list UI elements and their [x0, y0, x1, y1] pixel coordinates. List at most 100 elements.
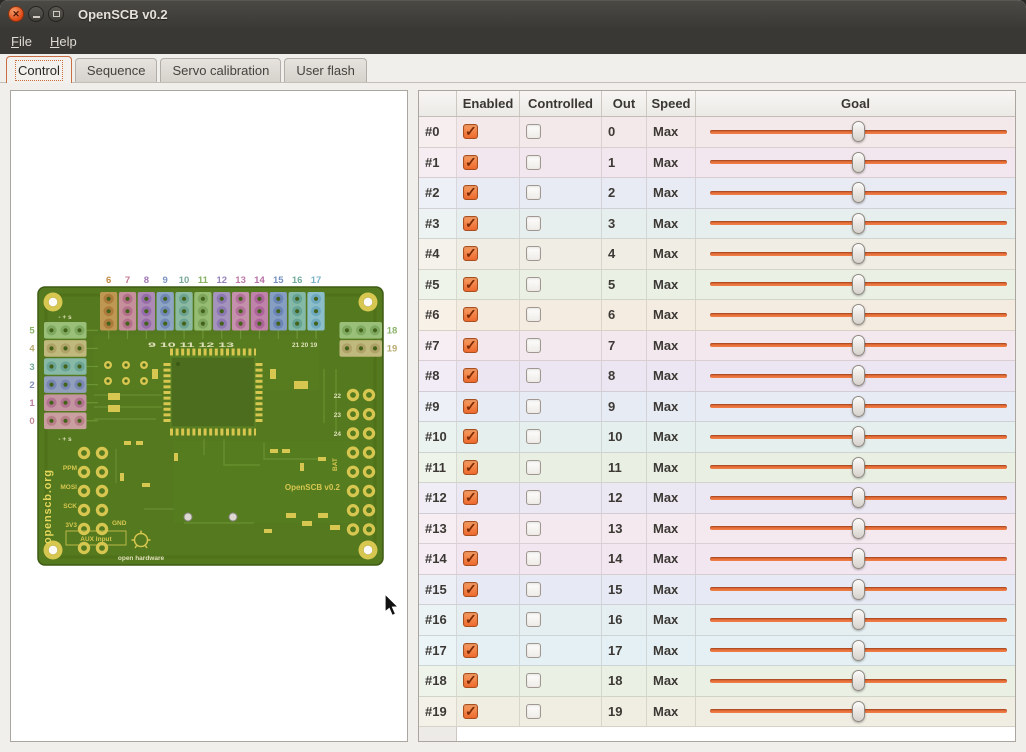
enabled-checkbox[interactable]: [463, 246, 478, 261]
controlled-checkbox[interactable]: [526, 490, 541, 505]
controlled-checkbox[interactable]: [526, 704, 541, 719]
goal-slider[interactable]: [710, 300, 1007, 330]
column-header-out[interactable]: Out: [602, 91, 647, 116]
enabled-checkbox[interactable]: [463, 582, 478, 597]
column-header-rowlabel[interactable]: [419, 91, 457, 116]
enabled-checkbox[interactable]: [463, 704, 478, 719]
controlled-checkbox[interactable]: [526, 521, 541, 536]
controlled-checkbox[interactable]: [526, 551, 541, 566]
goal-slider[interactable]: [710, 605, 1007, 635]
menu-help[interactable]: Help: [41, 28, 86, 54]
maximize-button[interactable]: [48, 6, 64, 22]
enabled-checkbox[interactable]: [463, 521, 478, 536]
controlled-checkbox[interactable]: [526, 582, 541, 597]
controlled-checkbox[interactable]: [526, 643, 541, 658]
controlled-checkbox[interactable]: [526, 246, 541, 261]
goal-slider-handle[interactable]: [852, 579, 865, 600]
menu-file[interactable]: File: [2, 28, 41, 54]
goal-slider-handle[interactable]: [852, 487, 865, 508]
enabled-checkbox[interactable]: [463, 368, 478, 383]
goal-slider[interactable]: [710, 422, 1007, 452]
goal-slider-handle[interactable]: [852, 640, 865, 661]
goal-slider-handle[interactable]: [852, 701, 865, 722]
controlled-checkbox[interactable]: [526, 612, 541, 627]
enabled-checkbox[interactable]: [463, 307, 478, 322]
enabled-checkbox[interactable]: [463, 338, 478, 353]
goal-slider-handle[interactable]: [852, 182, 865, 203]
controlled-checkbox[interactable]: [526, 368, 541, 383]
goal-slider-handle[interactable]: [852, 243, 865, 264]
goal-slider-handle[interactable]: [852, 304, 865, 325]
column-header-controlled[interactable]: Controlled: [520, 91, 602, 116]
enabled-checkbox[interactable]: [463, 551, 478, 566]
titlebar[interactable]: ✕ OpenSCB v0.2: [0, 0, 1026, 28]
pcb-pin-ppm: PPM: [63, 465, 77, 472]
goal-slider[interactable]: [710, 697, 1007, 727]
goal-slider[interactable]: [710, 361, 1007, 391]
goal-slider-handle[interactable]: [852, 548, 865, 569]
controlled-checkbox[interactable]: [526, 338, 541, 353]
row-label: #16: [419, 605, 457, 635]
controlled-checkbox[interactable]: [526, 155, 541, 170]
goal-slider-handle[interactable]: [852, 457, 865, 478]
enabled-checkbox[interactable]: [463, 155, 478, 170]
controlled-checkbox[interactable]: [526, 277, 541, 292]
goal-slider[interactable]: [710, 239, 1007, 269]
goal-slider[interactable]: [710, 636, 1007, 666]
goal-slider-handle[interactable]: [852, 121, 865, 142]
enabled-checkbox[interactable]: [463, 490, 478, 505]
goal-slider[interactable]: [710, 453, 1007, 483]
goal-slider[interactable]: [710, 544, 1007, 574]
goal-slider-handle[interactable]: [852, 335, 865, 356]
controlled-checkbox[interactable]: [526, 307, 541, 322]
controlled-checkbox[interactable]: [526, 185, 541, 200]
controlled-checkbox[interactable]: [526, 399, 541, 414]
goal-slider-handle[interactable]: [852, 670, 865, 691]
enabled-checkbox[interactable]: [463, 185, 478, 200]
goal-slider[interactable]: [710, 666, 1007, 696]
tab-control[interactable]: Control: [6, 56, 72, 83]
tab-sequence[interactable]: Sequence: [75, 58, 158, 82]
enabled-checkbox[interactable]: [463, 124, 478, 139]
enabled-checkbox[interactable]: [463, 643, 478, 658]
controlled-checkbox[interactable]: [526, 216, 541, 231]
enabled-checkbox[interactable]: [463, 277, 478, 292]
goal-slider[interactable]: [710, 514, 1007, 544]
controlled-checkbox[interactable]: [526, 460, 541, 475]
goal-slider[interactable]: [710, 392, 1007, 422]
enabled-checkbox[interactable]: [463, 673, 478, 688]
controlled-checkbox[interactable]: [526, 673, 541, 688]
column-header-speed[interactable]: Speed: [647, 91, 696, 116]
pcb-right-connector-18: 18: [340, 322, 398, 339]
controlled-checkbox[interactable]: [526, 429, 541, 444]
goal-slider-handle[interactable]: [852, 274, 865, 295]
goal-slider[interactable]: [710, 270, 1007, 300]
goal-slider-handle[interactable]: [852, 426, 865, 447]
controlled-checkbox[interactable]: [526, 124, 541, 139]
minimize-button[interactable]: [28, 6, 44, 22]
enabled-checkbox[interactable]: [463, 429, 478, 444]
goal-slider-handle[interactable]: [852, 518, 865, 539]
goal-slider-handle[interactable]: [852, 213, 865, 234]
goal-slider[interactable]: [710, 209, 1007, 239]
tab-servo-calibration[interactable]: Servo calibration: [160, 58, 281, 82]
goal-slider-handle[interactable]: [852, 396, 865, 417]
goal-slider[interactable]: [710, 178, 1007, 208]
enabled-cell: [457, 117, 520, 147]
enabled-checkbox[interactable]: [463, 399, 478, 414]
enabled-checkbox[interactable]: [463, 460, 478, 475]
goal-slider-handle[interactable]: [852, 365, 865, 386]
goal-slider-handle[interactable]: [852, 609, 865, 630]
goal-slider[interactable]: [710, 331, 1007, 361]
enabled-checkbox[interactable]: [463, 216, 478, 231]
goal-slider[interactable]: [710, 148, 1007, 178]
goal-slider[interactable]: [710, 117, 1007, 147]
close-button[interactable]: ✕: [8, 6, 24, 22]
column-header-enabled[interactable]: Enabled: [457, 91, 520, 116]
enabled-checkbox[interactable]: [463, 612, 478, 627]
tab-user-flash[interactable]: User flash: [284, 58, 367, 82]
goal-slider-handle[interactable]: [852, 152, 865, 173]
goal-slider[interactable]: [710, 483, 1007, 513]
column-header-goal[interactable]: Goal: [696, 91, 1015, 116]
goal-slider[interactable]: [710, 575, 1007, 605]
